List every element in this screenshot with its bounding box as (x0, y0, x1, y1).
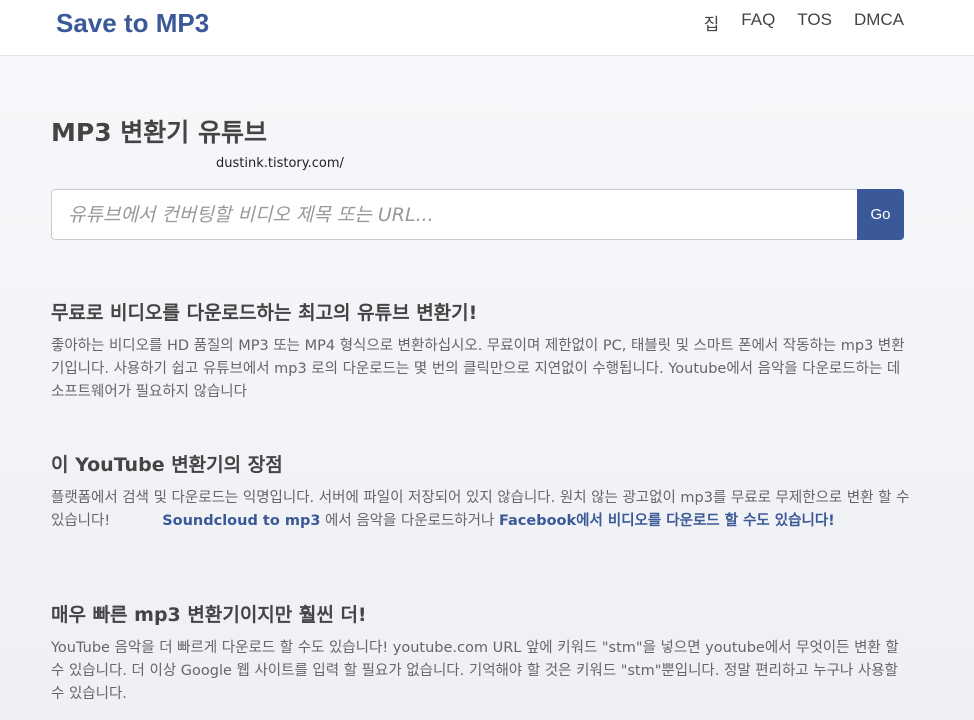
page-title: MP3 변환기 유튜브 (51, 118, 268, 147)
section-heading: 매우 빠른 mp3 변환기이지만 훨씬 더! (51, 604, 367, 626)
section-heading: 이 YouTube 변환기의 장점 (51, 454, 283, 476)
nav-faq-link[interactable]: FAQ (741, 10, 775, 35)
section-body: YouTube 음악을 더 빠르게 다운로드 할 수도 있습니다! youtub… (51, 640, 899, 702)
soundcloud-link[interactable]: Soundcloud to mp3 (162, 513, 320, 529)
section-body: 플랫폼에서 검색 및 다운로드는 익명입니다. 서버에 파일이 저장되어 있지 … (51, 487, 911, 533)
section-body-text: 에서 음악을 다운로드하거나 (320, 513, 499, 529)
top-bar: Save to MP3 집 FAQ TOS DMCA (0, 0, 974, 56)
main-nav: 집 FAQ TOS DMCA (704, 10, 904, 35)
nav-tos-link[interactable]: TOS (797, 10, 832, 35)
watermark-url: dustink.tistory.com/ (216, 156, 344, 171)
section-fast-converter: 매우 빠른 mp3 변환기이지만 훨씬 더! YouTube 음악을 더 빠르게… (51, 600, 911, 706)
nav-dmca-link[interactable]: DMCA (854, 10, 904, 35)
search-input[interactable] (51, 189, 857, 240)
facebook-link[interactable]: Facebook에서 비디오를 다운로드 할 수도 있습니다! (499, 513, 835, 529)
section-body: 좋아하는 비디오를 HD 품질의 MP3 또는 MP4 형식으로 변환하십시오.… (51, 338, 905, 400)
search-form: Go (51, 189, 904, 240)
site-logo[interactable]: Save to MP3 (56, 8, 209, 39)
section-advantages: 이 YouTube 변환기의 장점 플랫폼에서 검색 및 다운로드는 익명입니다… (51, 450, 911, 533)
nav-home-link[interactable]: 집 (704, 10, 720, 35)
go-button[interactable]: Go (857, 189, 904, 240)
section-heading: 무료로 비디오를 다운로드하는 최고의 유튜브 변환기! (51, 302, 478, 324)
section-best-converter: 무료로 비디오를 다운로드하는 최고의 유튜브 변환기! 좋아하는 비디오를 H… (51, 298, 911, 404)
